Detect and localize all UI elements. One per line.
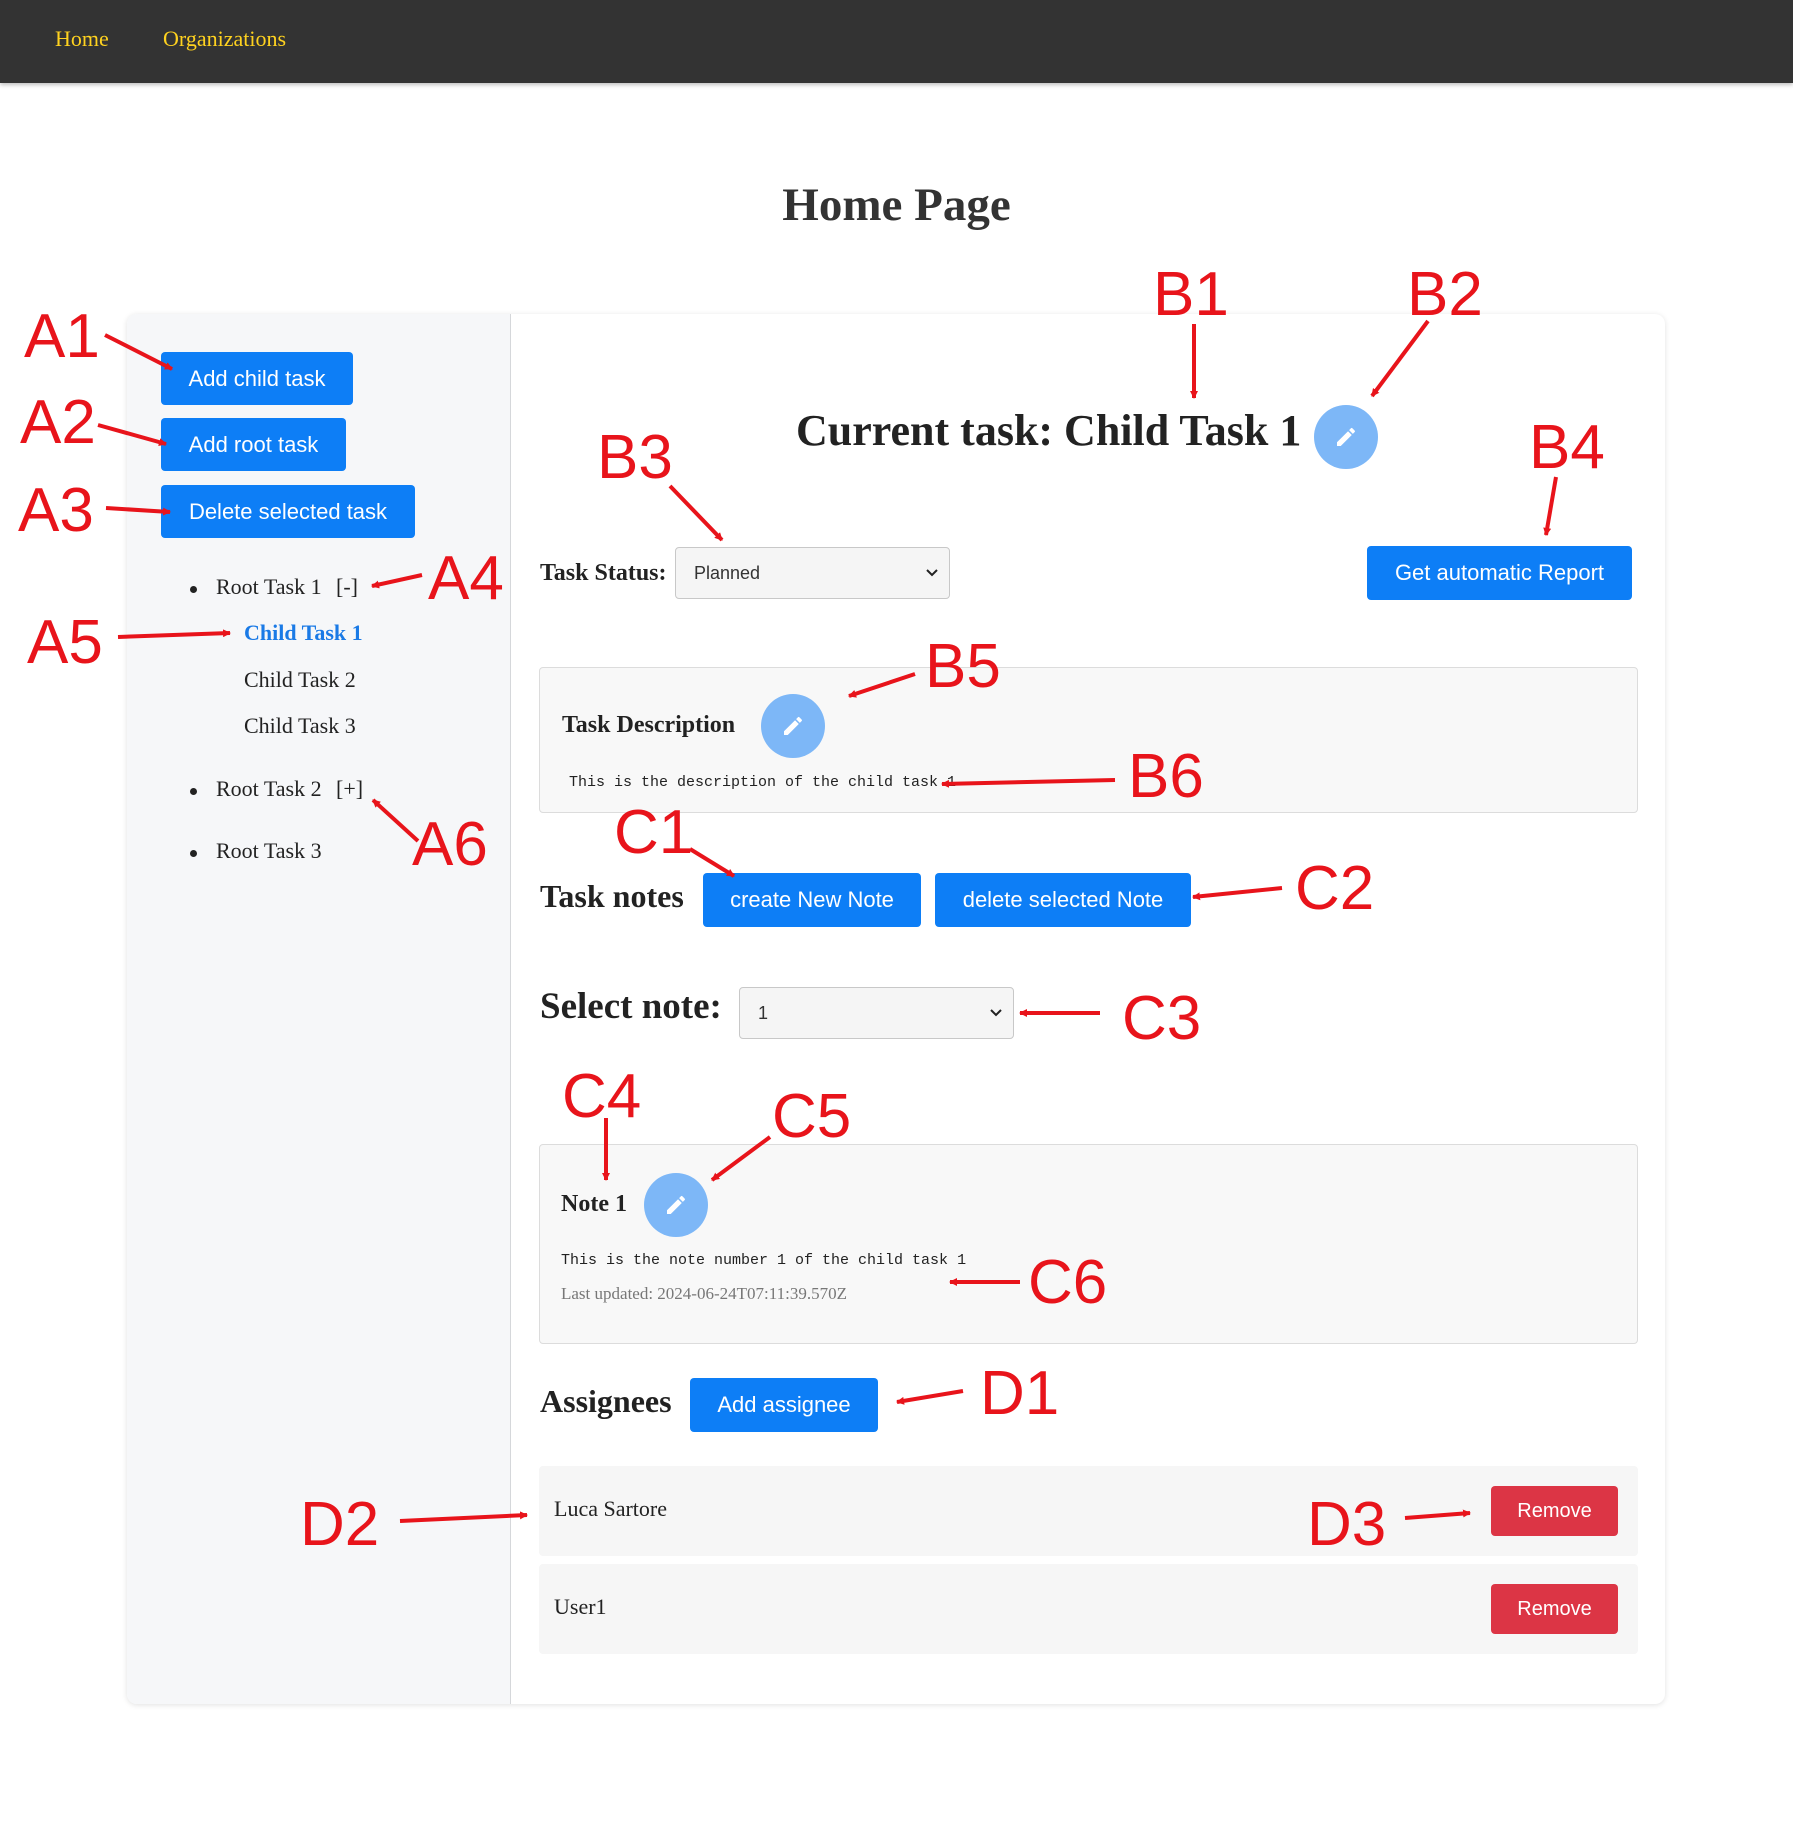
arrow-a3 bbox=[105, 506, 171, 516]
arrow-a5 bbox=[117, 629, 231, 639]
arrow-b6 bbox=[941, 778, 1116, 788]
arrow-c1 bbox=[688, 847, 736, 878]
arrow-d3 bbox=[1404, 1509, 1471, 1520]
arrow-b4 bbox=[1543, 476, 1558, 536]
arrow-b5 bbox=[848, 672, 916, 698]
arrow-a6 bbox=[371, 798, 420, 843]
arrow-a4 bbox=[371, 573, 423, 589]
arrow-b2 bbox=[1370, 319, 1430, 398]
arrow-c5 bbox=[710, 1135, 772, 1182]
arrow-b3 bbox=[668, 484, 724, 542]
arrow-a1 bbox=[104, 333, 173, 371]
annotation-arrows bbox=[97, 319, 1558, 1523]
arrow-a2 bbox=[97, 423, 167, 446]
arrow-c2 bbox=[1192, 886, 1283, 901]
arrow-d2 bbox=[399, 1511, 528, 1523]
arrow-d1 bbox=[896, 1389, 964, 1405]
